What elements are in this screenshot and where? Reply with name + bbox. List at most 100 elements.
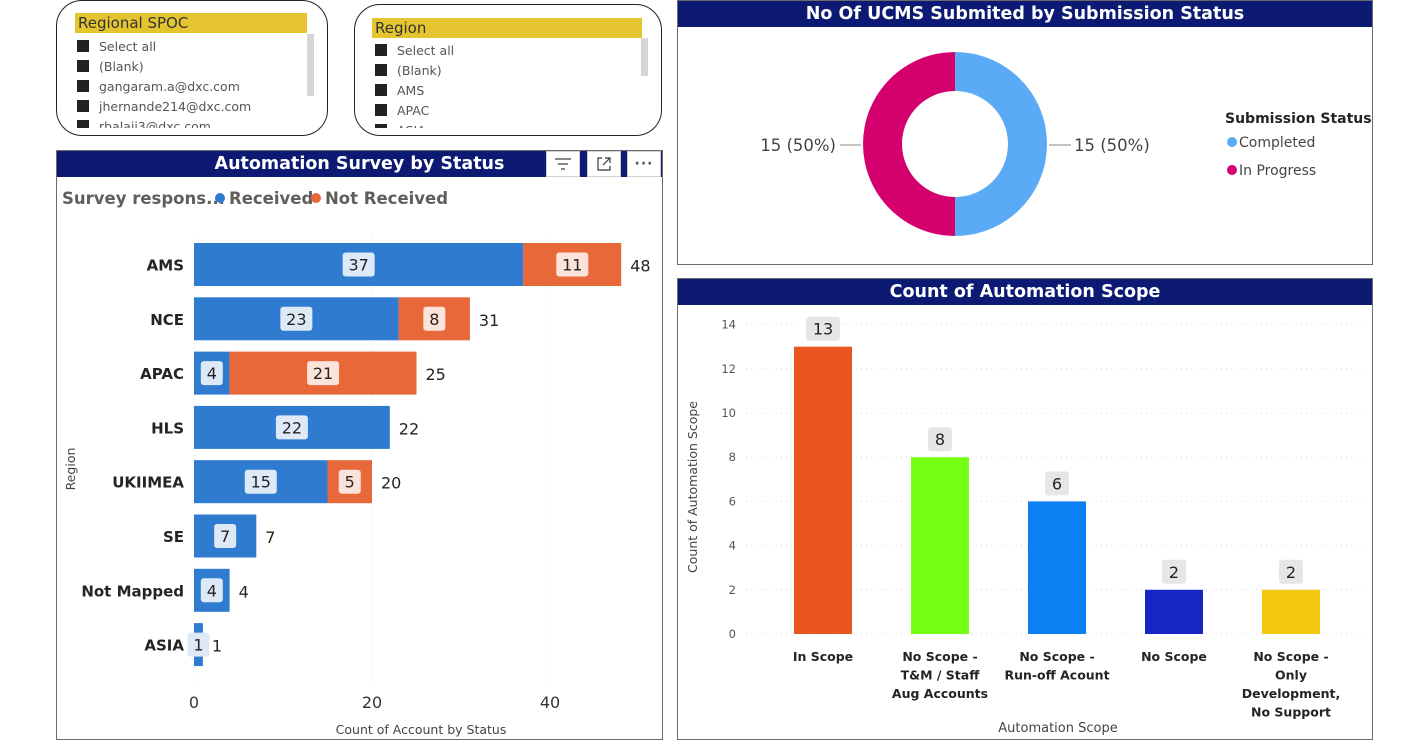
scope-data-label: 8 — [935, 430, 945, 449]
legend-not-received-marker — [311, 193, 321, 203]
regional-spoc-scrollbar[interactable] — [307, 34, 314, 96]
survey-y-tick-label: APAC — [140, 365, 184, 383]
region-item[interactable]: AMS — [375, 80, 595, 100]
spoc-item-label: Select all — [99, 38, 157, 54]
survey-data-label: 7 — [220, 527, 230, 546]
scope-x-tick-label: In Scope — [793, 649, 853, 664]
scope-y-tick-label: 4 — [729, 539, 736, 553]
survey-data-label: 15 — [251, 473, 271, 492]
spoc-item-label: gangaram.a@dxc.com — [99, 78, 240, 94]
scope-y-tick-label: 0 — [729, 627, 736, 641]
scope-data-label: 6 — [1052, 474, 1062, 493]
survey-total-label: 4 — [239, 582, 249, 601]
region-item[interactable]: APAC — [375, 100, 595, 120]
spoc-item[interactable]: gangaram.a@dxc.com — [77, 76, 297, 96]
scope-x-tick-label: Aug Accounts — [892, 686, 988, 701]
survey-data-label: 8 — [429, 310, 439, 329]
automation-scope-title: Count of Automation Scope — [678, 279, 1372, 305]
scope-x-tick-label: No Scope — [1141, 649, 1207, 664]
checkbox-icon[interactable] — [375, 84, 387, 96]
survey-total-label: 25 — [426, 365, 446, 384]
survey-total-label: 22 — [399, 419, 419, 438]
submission-status-panel: No Of UCMS Submited by Submission Status… — [677, 0, 1373, 265]
scope-bar[interactable] — [794, 346, 852, 634]
legend-received-label[interactable]: Received — [229, 189, 313, 208]
survey-x-tick-label: 20 — [362, 693, 382, 712]
checkbox-icon[interactable] — [77, 80, 89, 92]
scope-x-tick-label: Development, — [1242, 686, 1340, 701]
more-options-icon[interactable]: ··· — [627, 151, 661, 177]
spoc-item[interactable]: Select all — [77, 36, 297, 56]
scope-bar[interactable] — [1028, 501, 1086, 634]
survey-y-axis-title: Region — [63, 448, 78, 491]
automation-scope-panel: Count of Automation Scope 0 2 4 6 8 10 12 14 13… — [677, 278, 1373, 740]
region-item-label: ASIA — [397, 123, 426, 129]
checkbox-icon[interactable] — [375, 64, 387, 76]
region-item[interactable]: Select all — [375, 40, 595, 60]
filter-icon[interactable] — [546, 151, 580, 177]
donut-left-label: 15 (50%) — [760, 136, 836, 155]
checkbox-icon[interactable] — [77, 120, 89, 128]
legend-not-received-label[interactable]: Not Received — [325, 189, 448, 208]
scope-x-tick-label: No Support — [1251, 705, 1331, 720]
scope-y-tick-label: 12 — [721, 362, 736, 376]
checkbox-icon[interactable] — [375, 104, 387, 116]
regional-spoc-slicer[interactable]: Regional SPOC Select all (Blank) gangaram.… — [56, 0, 328, 136]
region-item-label: AMS — [397, 82, 425, 98]
scope-x-axis-title: Automation Scope — [998, 721, 1117, 736]
checkbox-icon[interactable] — [375, 44, 387, 56]
donut-legend-title: Submission Status — [1225, 111, 1372, 127]
checkbox-icon[interactable] — [77, 100, 89, 112]
scope-x-tick-label: Only — [1275, 668, 1307, 683]
survey-y-tick-label: Not Mapped — [81, 582, 184, 600]
scope-y-tick-label: 6 — [729, 494, 736, 508]
survey-y-tick-label: UKIIMEA — [112, 474, 184, 492]
scope-bar[interactable] — [1262, 589, 1320, 634]
survey-total-label: 31 — [479, 311, 499, 330]
survey-data-label: 37 — [348, 256, 368, 275]
spoc-item[interactable]: jhernande214@dxc.com — [77, 96, 297, 116]
spoc-item[interactable]: (Blank) — [77, 56, 297, 76]
focus-mode-icon[interactable] — [587, 151, 621, 177]
scope-x-tick-label: Run-off Acount — [1004, 668, 1109, 683]
region-scrollbar[interactable] — [641, 38, 648, 76]
survey-total-label: 20 — [381, 474, 401, 493]
survey-status-panel: Automation Survey by Status ··· Survey r… — [56, 150, 663, 740]
survey-data-label: 1 — [193, 636, 203, 655]
survey-data-label: 11 — [562, 256, 582, 275]
scope-y-axis-title: Count of Automation Scope — [685, 401, 700, 573]
spoc-item-label: (Blank) — [99, 58, 144, 74]
region-item[interactable]: (Blank) — [375, 60, 595, 80]
region-slicer[interactable]: Region Select all (Blank) AMS APAC ASIA — [354, 4, 662, 136]
survey-data-label: 23 — [286, 310, 306, 329]
region-item-label: APAC — [397, 102, 430, 118]
survey-total-label: 48 — [630, 257, 650, 276]
survey-y-tick-label: NCE — [150, 311, 184, 329]
survey-total-label: 1 — [212, 637, 222, 656]
scope-data-label: 2 — [1169, 563, 1179, 582]
region-item-label: Select all — [397, 42, 455, 58]
scope-bar-chart: 0 2 4 6 8 10 12 14 13 In Scope 8 No Scope - T&M / S… — [685, 316, 1366, 736]
scope-bar[interactable] — [911, 457, 969, 634]
survey-legend-prefix: Survey respons... — [62, 189, 225, 208]
donut-slice-in-progress[interactable] — [863, 52, 955, 236]
checkbox-icon[interactable] — [77, 40, 89, 52]
survey-y-tick-label: HLS — [151, 419, 184, 437]
checkbox-icon[interactable] — [77, 60, 89, 72]
scope-x-tick-label: No Scope - — [1019, 649, 1094, 664]
region-item[interactable]: ASIA — [375, 120, 595, 128]
scope-y-tick-label: 2 — [729, 583, 736, 597]
legend-completed-label[interactable]: Completed — [1239, 135, 1315, 151]
checkbox-icon[interactable] — [375, 124, 387, 128]
legend-completed-marker — [1227, 137, 1237, 147]
scope-data-label: 13 — [813, 320, 833, 339]
regional-spoc-slicer-title: Regional SPOC — [75, 13, 307, 33]
survey-data-label: 21 — [313, 364, 333, 383]
donut-slice-completed[interactable] — [955, 52, 1047, 236]
spoc-item[interactable]: rbalaji3@dxc.com — [77, 116, 297, 128]
scope-data-label: 2 — [1286, 563, 1296, 582]
survey-data-label: 4 — [207, 364, 217, 383]
legend-in-progress-label[interactable]: In Progress — [1239, 163, 1316, 179]
scope-bar[interactable] — [1145, 589, 1203, 634]
legend-in-progress-marker — [1227, 165, 1237, 175]
